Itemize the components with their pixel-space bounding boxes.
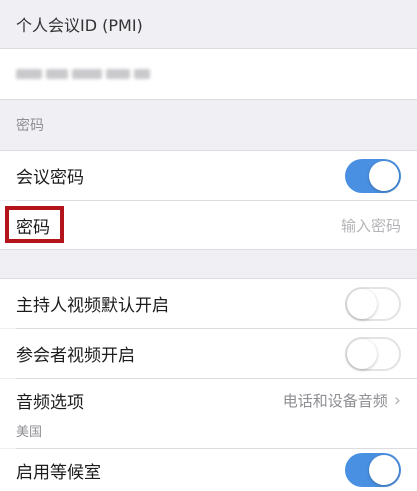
- spacer-section: [0, 250, 417, 278]
- meeting-password-row: 会议密码: [0, 151, 417, 200]
- toggle-knob: [347, 338, 377, 369]
- audio-options-row[interactable]: 音频选项 电话和设备音频 › 美国: [0, 379, 417, 448]
- toggle-knob: [369, 160, 399, 191]
- participant-video-toggle[interactable]: [345, 336, 401, 371]
- audio-options-subvalue: 美国: [16, 424, 43, 440]
- toggle-knob: [347, 288, 377, 319]
- toggle-knob: [369, 455, 399, 485]
- pmi-section-header: 个人会议ID (PMI): [0, 0, 417, 48]
- participant-video-label: 参会者视频开启: [16, 346, 135, 366]
- meeting-password-toggle[interactable]: [345, 158, 401, 193]
- pmi-header-label: 个人会议ID (PMI): [16, 16, 143, 35]
- waiting-room-toggle[interactable]: [345, 453, 401, 487]
- participant-video-row: 参会者视频开启: [0, 329, 417, 378]
- password-section-header: 密码: [0, 100, 417, 150]
- pmi-value-row[interactable]: [0, 49, 417, 99]
- host-video-toggle[interactable]: [345, 286, 401, 321]
- meeting-password-label: 会议密码: [16, 168, 84, 188]
- host-video-row: 主持人视频默认开启: [0, 279, 417, 328]
- audio-options-value: 电话和设备音频: [282, 391, 388, 410]
- waiting-room-label: 启用等候室: [16, 462, 101, 483]
- host-video-label: 主持人视频默认开启: [16, 296, 169, 316]
- audio-options-label: 音频选项: [16, 392, 84, 413]
- chevron-right-icon: ›: [393, 389, 401, 411]
- password-header-label: 密码: [16, 118, 44, 134]
- pmi-blurred-value: [16, 69, 150, 79]
- waiting-room-row: 启用等候室: [0, 449, 417, 491]
- password-input[interactable]: 输入密码: [341, 215, 401, 236]
- password-highlight-box: [5, 206, 64, 243]
